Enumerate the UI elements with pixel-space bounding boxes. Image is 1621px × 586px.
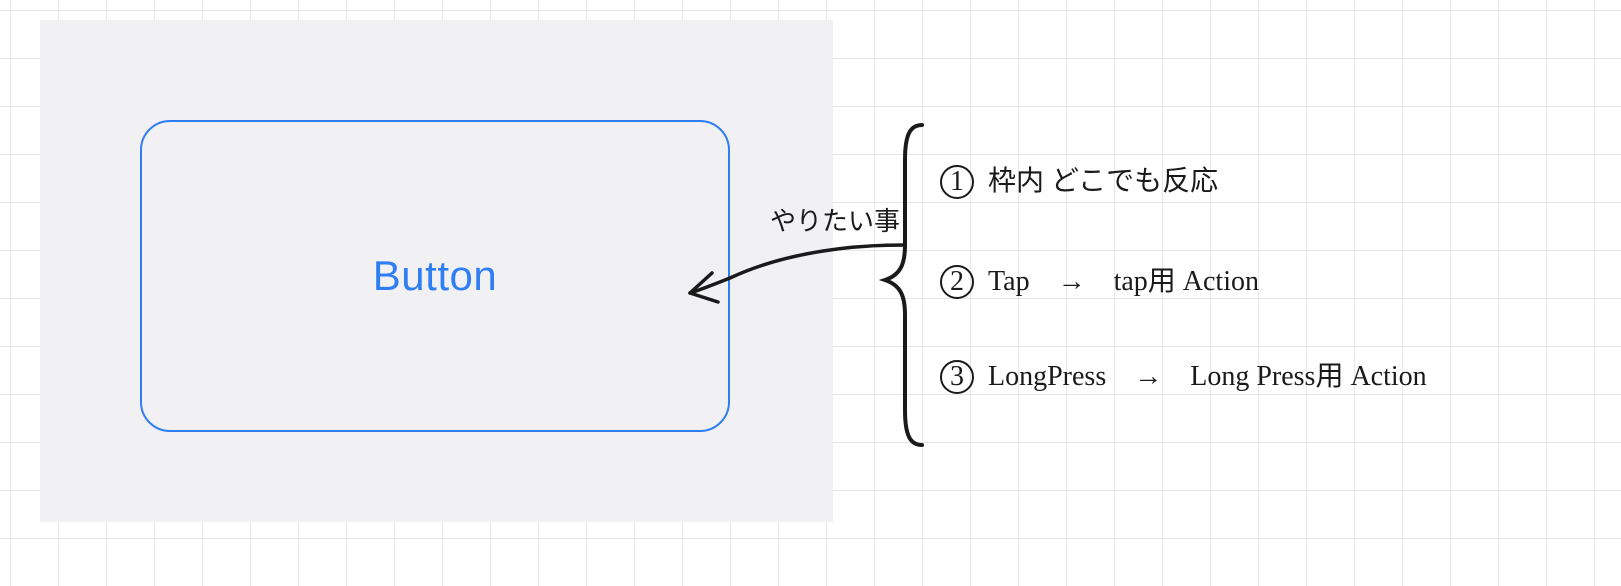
canvas-panel: Button [40,20,833,522]
annotation-text-2: Tap → tap用 Action [988,266,1259,297]
button-frame[interactable]: Button [140,120,730,432]
annotation-text-3: LongPress → Long Press用 Action [988,361,1427,392]
annotation-item-1: 1 枠内 どこでも反応 [940,165,1218,199]
annotation-item-2: 2 Tap → tap用 Action [940,265,1259,299]
annotation-text-1: 枠内 どこでも反応 [988,166,1218,197]
button-label: Button [373,252,497,300]
annotation-item-3: 3 LongPress → Long Press用 Action [940,360,1427,394]
annotation-num-2: 2 [940,265,974,299]
annotation-num-3: 3 [940,360,974,394]
annotation-title: やりたい事 [770,206,900,237]
annotation-num-1: 1 [940,165,974,199]
